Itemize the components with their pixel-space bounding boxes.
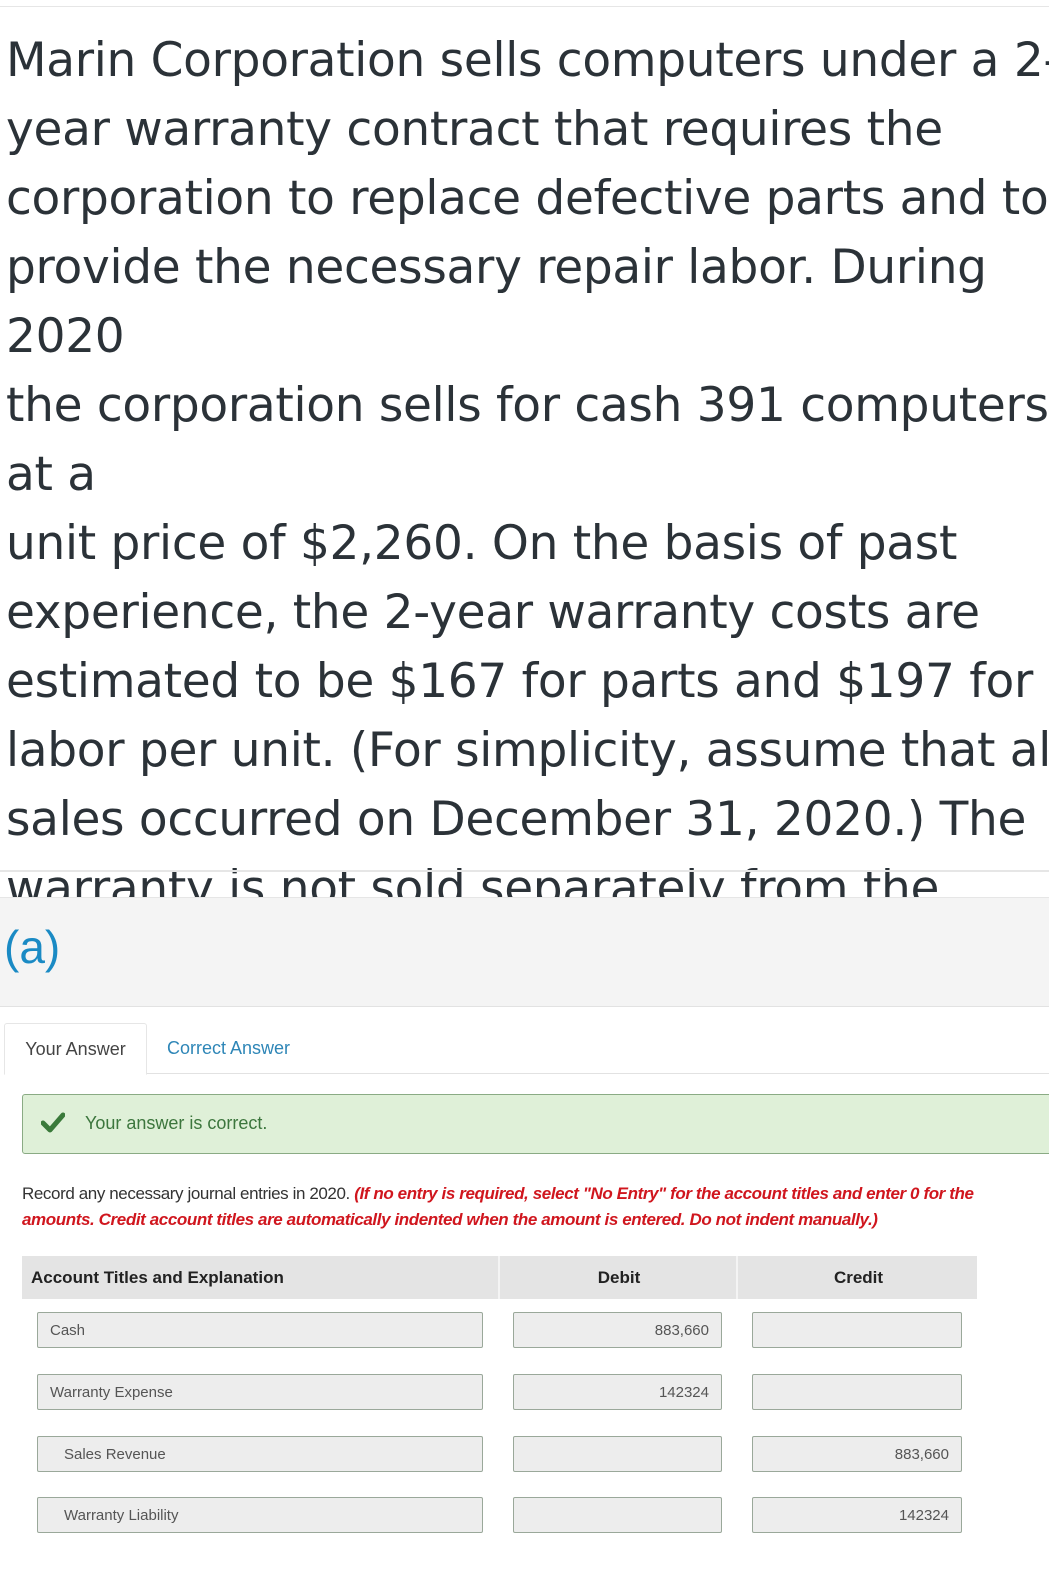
question-divider (0, 870, 1049, 872)
journal-row (0, 1312, 1049, 1352)
journal-row (0, 1374, 1049, 1414)
correct-alert: Your answer is correct. (22, 1094, 1049, 1154)
tab-correct-answer[interactable]: Correct Answer (167, 1023, 290, 1073)
part-header: (a) (0, 897, 1049, 1007)
check-icon (41, 1112, 65, 1133)
account-title-input[interactable] (37, 1436, 483, 1472)
debit-input[interactable] (513, 1374, 722, 1410)
instructions-text: Record any necessary journal entries in … (22, 1184, 355, 1203)
credit-input[interactable] (752, 1497, 962, 1533)
credit-input[interactable] (752, 1312, 962, 1348)
journal-row (0, 1436, 1049, 1476)
header-debit: Debit (498, 1256, 738, 1299)
journal-row (0, 1497, 1049, 1537)
account-title-input[interactable] (37, 1497, 483, 1533)
debit-input[interactable] (513, 1436, 722, 1472)
question-text: Marin Corporation sells computers under … (6, 33, 1049, 985)
journal-table-header: Account Titles and Explanation Debit Cre… (22, 1256, 977, 1299)
account-title-input[interactable] (37, 1374, 483, 1410)
part-label: (a) (4, 921, 61, 973)
instructions: Record any necessary journal entries in … (22, 1181, 1012, 1233)
account-title-input[interactable] (37, 1312, 483, 1348)
top-divider (0, 6, 1049, 7)
debit-input[interactable] (513, 1312, 722, 1348)
tab-your-answer[interactable]: Your Answer (4, 1023, 147, 1075)
header-account-titles: Account Titles and Explanation (31, 1268, 284, 1287)
credit-input[interactable] (752, 1436, 962, 1472)
header-credit: Credit (736, 1256, 979, 1299)
credit-input[interactable] (752, 1374, 962, 1410)
answer-tabs: Your Answer Correct Answer (4, 1023, 1049, 1075)
alert-message: Your answer is correct. (85, 1113, 268, 1133)
debit-input[interactable] (513, 1497, 722, 1533)
